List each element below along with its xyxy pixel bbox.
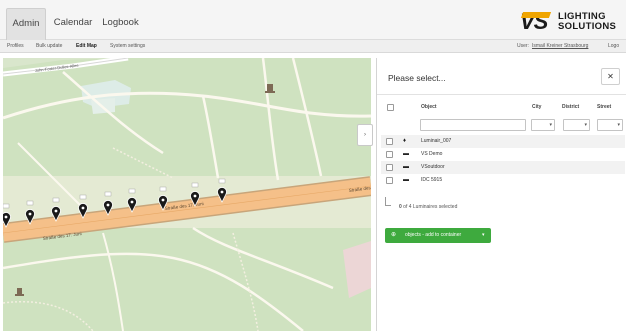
tab-admin[interactable]: Admin: [6, 8, 46, 40]
column-street[interactable]: Street: [597, 104, 611, 110]
user-name-link[interactable]: Ismail Kreiner Strasbourg: [532, 40, 588, 52]
chevron-down-icon: ▾: [482, 232, 485, 238]
object-name: VSoutdoor: [421, 164, 445, 170]
sub-navigation: Profiles Bulk update Edit Map System set…: [0, 40, 626, 53]
district-filter-select[interactable]: ▾: [563, 119, 590, 131]
close-icon[interactable]: ✕: [601, 68, 620, 85]
add-icon: ⊕: [391, 232, 397, 238]
row-checkbox[interactable]: [386, 138, 393, 145]
object-filter-input[interactable]: [420, 119, 526, 131]
cabinet-icon: ▬: [403, 151, 409, 157]
list-item[interactable]: ♦ Luminair_007: [381, 135, 625, 148]
cabinet-icon: ▬: [403, 177, 409, 183]
subnav-profiles[interactable]: Profiles: [7, 40, 24, 52]
selection-panel: Please select... ✕ Object City District …: [376, 58, 626, 331]
selection-count: 0 of 4 Luminaires selected: [383, 197, 457, 210]
object-name: IDC 5915: [421, 177, 443, 183]
row-checkbox[interactable]: [386, 151, 393, 158]
logout-link[interactable]: Logo: [608, 40, 619, 52]
top-bar: Admin Calendar Logbook VS LIGHTING SOLUT…: [0, 0, 626, 40]
tab-calendar[interactable]: Calendar: [48, 8, 98, 40]
tab-logbook[interactable]: Logbook: [98, 8, 143, 40]
subnav-bulk-update[interactable]: Bulk update: [36, 40, 62, 52]
map-view[interactable]: Straße des 17. Juni Straße des 17. Juni …: [3, 58, 371, 331]
list-item[interactable]: ▬ IDC 5915: [381, 174, 625, 187]
row-checkbox[interactable]: [386, 164, 393, 171]
row-checkbox[interactable]: [386, 177, 393, 184]
list-item[interactable]: ▬ VS Demo: [381, 148, 625, 161]
company-logo: VS LIGHTING SOLUTIONS: [520, 9, 620, 35]
column-district[interactable]: District: [562, 104, 579, 110]
subnav-edit-map[interactable]: Edit Map: [76, 40, 97, 52]
city-filter-select[interactable]: ▾: [531, 119, 555, 131]
user-label: User:: [517, 43, 529, 49]
list-item[interactable]: ▬ VSoutdoor: [381, 161, 625, 174]
map-canvas[interactable]: Straße des 17. Juni Straße des 17. Juni …: [3, 58, 371, 331]
object-name: VS Demo: [421, 151, 443, 157]
subnav-system-settings[interactable]: System settings: [110, 40, 145, 52]
street-filter-select[interactable]: ▾: [597, 119, 623, 131]
select-all-checkbox[interactable]: [387, 104, 394, 111]
cabinet-icon: ▬: [403, 164, 409, 170]
column-object[interactable]: Object: [421, 104, 437, 110]
logo-mark: VS: [520, 9, 552, 35]
add-to-container-button[interactable]: ⊕ objects - add to container ▾: [385, 228, 491, 243]
panel-title: Please select...: [388, 73, 446, 83]
object-name: Luminair_007: [421, 138, 452, 144]
luminaire-icon: ♦: [403, 138, 407, 144]
column-city[interactable]: City: [532, 104, 541, 110]
logo-text: LIGHTING SOLUTIONS: [558, 11, 617, 32]
collapse-panel-button[interactable]: ›: [357, 124, 373, 146]
